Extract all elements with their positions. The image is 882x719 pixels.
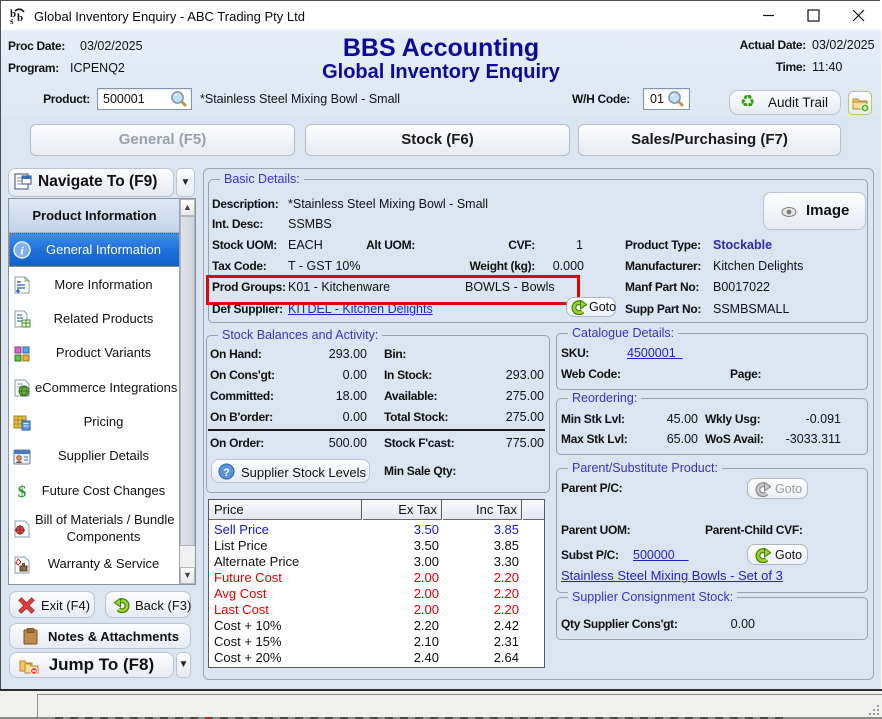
svg-text:?: ? bbox=[223, 467, 230, 479]
svg-text:$: $ bbox=[18, 482, 27, 500]
svg-text:s: s bbox=[10, 16, 14, 25]
svg-text:b: b bbox=[17, 12, 23, 24]
